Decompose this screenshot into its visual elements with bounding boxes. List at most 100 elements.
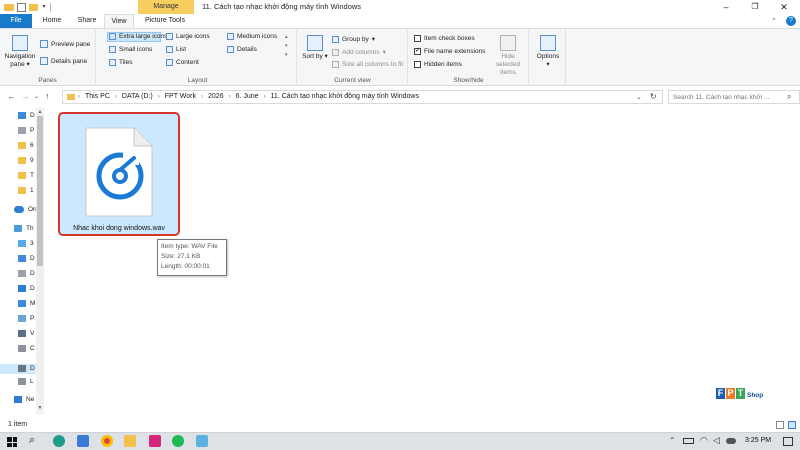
breadcrumb-2026[interactable]: 2026 [208, 93, 224, 102]
large-icons-view-icon[interactable] [788, 421, 796, 429]
logo-letter-f: F [716, 388, 725, 399]
tab-share[interactable]: Share [72, 14, 102, 28]
group-by-button[interactable]: Group by ▾ [332, 35, 375, 43]
network-icon[interactable]: ◠ [700, 435, 708, 446]
nav-item[interactable]: 9 [18, 157, 34, 164]
nav-item-network[interactable]: Ne [14, 396, 34, 403]
notification-icon[interactable] [783, 437, 793, 446]
scroll-down-icon[interactable]: ▼ [36, 405, 44, 411]
file-explorer-icon[interactable] [124, 435, 136, 447]
breadcrumb-current-folder[interactable]: 11. Cách tạo nhạc khởi động máy tính Win… [271, 93, 419, 102]
edge-icon[interactable] [53, 435, 65, 447]
breadcrumb-data-drive[interactable]: DATA (D:) [122, 93, 153, 102]
title-bar: ▾ Manage 11. Cách tạo nhạc khởi động máy… [0, 0, 800, 14]
nav-item[interactable]: D [18, 285, 35, 292]
nav-item[interactable]: M [18, 300, 35, 307]
nav-item[interactable]: D [18, 112, 35, 119]
nav-item[interactable]: D [18, 255, 35, 262]
recent-locations-icon[interactable]: ⌄ [34, 93, 39, 100]
usb-drive-icon [18, 378, 26, 385]
chrome-icon[interactable] [101, 435, 113, 447]
nav-item[interactable]: L [18, 378, 34, 385]
scroll-up-icon[interactable]: ▲ [36, 109, 44, 115]
qat-dropdown-icon[interactable]: ▾ [41, 3, 47, 12]
folder-icon [4, 3, 14, 11]
volume-icon[interactable]: ◁ [713, 435, 720, 446]
list-option[interactable]: List [166, 46, 186, 53]
back-icon[interactable]: ← [7, 91, 16, 101]
file-item[interactable]: Nhac khoi dong windows.wav [58, 112, 180, 236]
tab-file[interactable]: File [0, 14, 32, 28]
address-bar[interactable]: › This PC › DATA (D:) › FPT Work › 2026 … [62, 90, 663, 104]
layout-scroll-icon[interactable]: ▴ ▾ ▾ [285, 33, 288, 60]
show-hidden-icons-icon[interactable]: ⌃ [669, 436, 676, 445]
tiles-option[interactable]: Tiles [109, 59, 132, 66]
large-icons-option[interactable]: Large icons [166, 33, 210, 40]
maximize-icon[interactable]: ❐ [741, 0, 769, 14]
breadcrumb-this-pc[interactable]: This PC [85, 93, 110, 102]
new-folder-icon[interactable] [29, 3, 38, 11]
nav-item-selected[interactable]: D [18, 365, 35, 372]
details-view-icon[interactable] [776, 421, 784, 429]
nav-item[interactable]: D [18, 270, 35, 277]
up-icon[interactable]: ↑ [45, 91, 50, 101]
help-icon[interactable]: ? [786, 16, 796, 26]
details-option[interactable]: Details [227, 46, 257, 53]
medium-icons-option[interactable]: Medium icons [227, 33, 277, 40]
tab-view[interactable]: View [104, 14, 134, 28]
search-icon[interactable]: ⌕ [29, 434, 35, 447]
refresh-icon[interactable]: ↻ [650, 92, 657, 101]
tab-home[interactable]: Home [37, 14, 67, 28]
hide-selected-items-button[interactable]: Hide selected items [489, 35, 527, 77]
hidden-items-toggle[interactable]: Hidden items [414, 61, 462, 68]
forward-icon[interactable]: → [21, 91, 30, 101]
size-all-columns-button[interactable]: Size all columns to fit [332, 61, 403, 68]
nav-item[interactable]: C [18, 345, 35, 352]
scrollbar-thumb[interactable] [37, 116, 43, 266]
navigation-pane-scrollbar[interactable]: ▲ ▼ [36, 108, 44, 414]
computer-icon [14, 225, 22, 232]
manage-context-tab[interactable]: Manage [138, 0, 194, 14]
add-columns-button[interactable]: Add columns ▾ [332, 48, 386, 56]
hidden-items-checkbox[interactable] [414, 61, 421, 68]
search-input[interactable] [673, 91, 783, 103]
item-check-boxes-toggle[interactable]: Item check boxes [414, 35, 475, 42]
item-check-boxes-checkbox[interactable] [414, 35, 421, 42]
extra-large-icons-option[interactable]: Extra large icons [109, 33, 167, 40]
multitask-icon[interactable] [77, 435, 89, 447]
spotify-icon[interactable] [172, 435, 184, 447]
file-name-extensions-toggle[interactable]: File name extensions [414, 46, 485, 55]
options-button[interactable]: Options ▾ [533, 35, 563, 69]
close-icon[interactable]: ✕ [770, 0, 798, 14]
nav-item[interactable]: 6 [18, 142, 34, 149]
file-name-extensions-checkbox[interactable] [414, 46, 421, 55]
ribbon-collapse-icon[interactable]: ⌃ [771, 17, 777, 25]
breadcrumb-fpt-work[interactable]: FPT Work [165, 93, 196, 102]
breadcrumb-june[interactable]: 6. June [236, 93, 259, 102]
nav-item[interactable]: 1 [18, 187, 34, 194]
address-dropdown-icon[interactable]: ⌄ [636, 93, 642, 101]
content-option[interactable]: Content [166, 59, 199, 66]
minimize-icon[interactable]: – [712, 0, 740, 14]
nav-item[interactable]: 3 [18, 240, 34, 247]
onedrive-icon[interactable] [726, 438, 736, 444]
sort-by-button[interactable]: Sort by ▾ [302, 35, 328, 61]
instagram-icon[interactable] [149, 435, 161, 447]
search-box[interactable]: ⌕ [668, 90, 800, 104]
nav-item[interactable]: V [18, 330, 34, 337]
taskbar-clock[interactable]: 3:25 PM [745, 437, 771, 444]
nav-item[interactable]: P [18, 315, 34, 322]
cloud-icon [14, 206, 24, 213]
properties-icon[interactable] [17, 2, 26, 12]
nav-item[interactable]: T [18, 172, 34, 179]
search-icon[interactable]: ⌕ [787, 92, 791, 102]
app-icon[interactable] [196, 435, 208, 447]
tab-picture-tools[interactable]: Picture Tools [137, 14, 193, 28]
battery-icon[interactable] [683, 438, 694, 444]
start-windows-icon[interactable] [7, 437, 17, 447]
nav-item-this-pc[interactable]: Th [14, 225, 34, 232]
nav-item-onedrive[interactable]: On [14, 206, 37, 213]
nav-item[interactable]: P [18, 127, 34, 134]
layout-group: Extra large icons Large icons Medium ico… [0, 29, 297, 86]
small-icons-option[interactable]: Small icons [109, 46, 152, 53]
